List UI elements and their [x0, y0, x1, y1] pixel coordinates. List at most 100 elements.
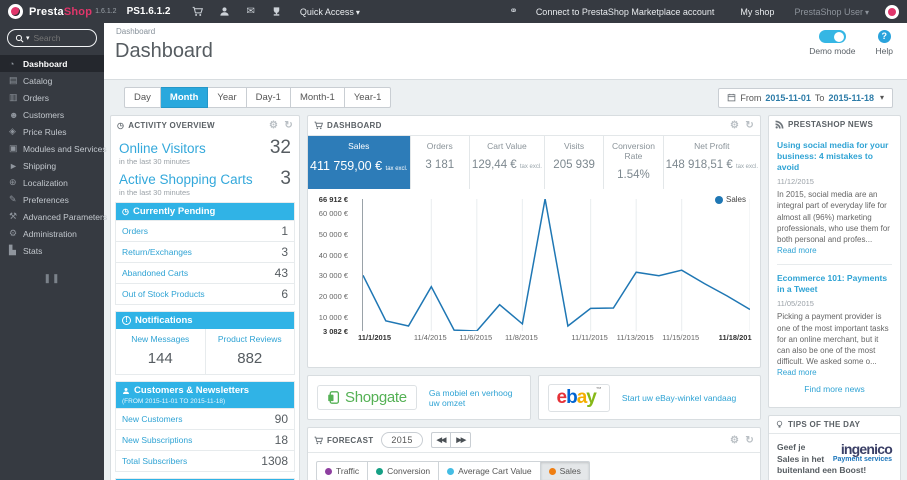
tips-panel-title: TIPS OF THE DAY — [788, 420, 861, 430]
quick-access-menu[interactable]: Quick Access ▾ — [300, 7, 360, 17]
gear-icon[interactable]: ⚙ — [730, 120, 739, 131]
kpi-net-profit[interactable]: Net Profit 148 918,51 € tax excl. — [664, 136, 760, 189]
forecast-year: 2015 — [381, 432, 423, 448]
sidebar-item-customers[interactable]: ☻ Customers — [0, 106, 104, 123]
mail-icon[interactable]: ✉ — [246, 6, 254, 17]
forecast-conversion-button[interactable]: Conversion — [368, 461, 440, 480]
my-shop-link[interactable]: My shop — [740, 7, 774, 17]
brand-name[interactable]: PrestaShop — [29, 6, 92, 18]
period-toolbar: Day Month Year Day-1 Month-1 Year-1 From… — [124, 87, 901, 108]
y-axis-tick: 3 082 € — [322, 327, 348, 336]
kpi-visits[interactable]: Visits 205 939 — [545, 136, 605, 189]
new-messages-cell[interactable]: New Messages 144 — [116, 329, 205, 374]
tab-month[interactable]: Month — [160, 87, 209, 108]
dashboard-panel-title: DASHBOARD — [327, 121, 382, 130]
dashboard-panel: DASHBOARD ⚙ ↻ Sales 411 759,00 € tax excl… — [307, 115, 761, 368]
product-reviews-cell[interactable]: Product Reviews 882 — [204, 329, 295, 374]
kpi-orders[interactable]: Orders 3 181 — [411, 136, 470, 189]
sidebar-item-dashboard[interactable]: ◔ Dashboard — [0, 55, 104, 72]
tab-day[interactable]: Day — [124, 87, 161, 108]
sidebar-item-orders[interactable]: ▥ Orders — [0, 89, 104, 106]
sidebar-item-preferences[interactable]: ✎ Preferences — [0, 191, 104, 208]
trophy-icon[interactable] — [271, 6, 282, 17]
calendar-icon — [727, 93, 736, 102]
help-control[interactable]: ? Help — [876, 30, 893, 56]
tab-year-1[interactable]: Year-1 — [344, 87, 392, 108]
ebay-logo: ebay™ — [547, 383, 610, 412]
demo-mode-control[interactable]: Demo mode — [809, 30, 856, 56]
forecast-avg-cart-value-button[interactable]: Average Cart Value — [439, 461, 541, 480]
sidebar-item-modules[interactable]: ▣ Modules and Services — [0, 140, 107, 157]
tab-day-1[interactable]: Day-1 — [246, 87, 291, 108]
tab-month-1[interactable]: Month-1 — [290, 87, 345, 108]
sales-chart: Sales 66 912 €60 000 €50 000 €40 000 €30… — [308, 189, 760, 367]
find-more-news-link[interactable]: Find more news — [777, 378, 892, 403]
breadcrumb[interactable]: Dashboard — [116, 27, 155, 36]
y-axis-tick: 10 000 € — [318, 312, 348, 322]
refresh-icon[interactable]: ↻ — [745, 120, 754, 131]
traffic-dot-icon — [325, 467, 332, 475]
forecast-traffic-button[interactable]: Traffic — [316, 461, 369, 480]
read-more-link[interactable]: Read more — [777, 246, 817, 255]
kpi-sales[interactable]: Sales 411 759,00 € tax excl. — [308, 136, 411, 189]
search-input-wrap[interactable]: ▾ — [7, 29, 97, 47]
sidebar-item-advanced-parameters[interactable]: ⚒ Advanced Parameters — [0, 208, 107, 225]
clock-icon: ◷ — [117, 121, 125, 130]
online-visitors-link[interactable]: Online Visitors — [119, 141, 270, 156]
date-range-picker[interactable]: From 2015-11-01 To 2015-11-18 ▾ — [718, 87, 893, 108]
active-carts-link[interactable]: Active Shopping Carts — [119, 172, 280, 187]
marketplace-link[interactable]: Connect to PrestaShop Marketplace accoun… — [536, 7, 715, 17]
chevron-down-icon: ▾ — [864, 7, 869, 17]
kpi-conversion-rate[interactable]: Conversion Rate 1.54% — [604, 136, 664, 189]
abandoned-carts-row[interactable]: Abandoned Carts 43 — [116, 262, 294, 283]
backward-button[interactable]: ◀◀ — [430, 432, 451, 448]
search-input[interactable] — [33, 33, 92, 43]
prestashop-logo-icon[interactable] — [8, 4, 23, 19]
total-subscribers-row[interactable]: Total Subscribers 1308 — [116, 450, 294, 471]
chevron-down-icon: ▾ — [355, 7, 360, 17]
sidebar-item-administration[interactable]: ⚙ Administration — [0, 225, 104, 242]
ebay-link[interactable]: Start uw eBay-winkel vandaag — [622, 393, 736, 403]
read-more-link[interactable]: Read more — [777, 368, 817, 377]
kpi-cart-value[interactable]: Cart Value 129,44 € tax excl. — [470, 136, 545, 189]
news-item-title[interactable]: Ecommerce 101: Payments in a Tweet — [777, 273, 892, 295]
news-item: Ecommerce 101: Payments in a Tweet 11/05… — [777, 273, 892, 378]
sidebar-item-price-rules[interactable]: ◈ Price Rules — [0, 123, 104, 140]
new-customers-row[interactable]: New Customers 90 — [116, 408, 294, 429]
sidebar-item-shipping[interactable]: ► Shipping — [0, 157, 104, 174]
sidebar-item-localization[interactable]: ⊕ Localization — [0, 174, 104, 191]
currently-pending-section: ◷ Currently Pending Orders 1 Return/Exchan… — [115, 202, 295, 305]
refresh-icon[interactable]: ↻ — [745, 435, 754, 446]
new-subscriptions-row[interactable]: New Subscriptions 18 — [116, 429, 294, 450]
out-of-stock-row[interactable]: Out of Stock Products 6 — [116, 283, 294, 304]
gear-icon[interactable]: ⚙ — [730, 435, 739, 446]
y-axis-tick: 40 000 € — [318, 250, 348, 260]
forecast-sales-button[interactable]: Sales — [540, 461, 590, 480]
sidebar-collapse-button[interactable]: ❚❚ — [0, 273, 104, 284]
search-icon — [15, 34, 24, 43]
sidebar-item-catalog[interactable]: ▤ Catalog — [0, 72, 104, 89]
tab-year[interactable]: Year — [208, 87, 247, 108]
forward-button[interactable]: ▶▶ — [450, 432, 472, 448]
user-menu[interactable]: PrestaShop User ▾ — [794, 7, 869, 17]
shopgate-link[interactable]: Ga mobiel en verhoog uw omzet — [429, 388, 521, 408]
y-axis-tick: 60 000 € — [318, 209, 348, 219]
brand-version: 1.6.1.2 — [95, 8, 117, 15]
chevron-down-icon: ▾ — [26, 35, 30, 42]
shop-name[interactable]: PS1.6.1.2 — [127, 6, 171, 17]
help-icon[interactable]: ? — [877, 30, 891, 43]
conversion-dot-icon — [376, 467, 384, 475]
pending-returns-row[interactable]: Return/Exchanges 3 — [116, 241, 294, 262]
demo-mode-toggle[interactable] — [818, 30, 846, 43]
avatar[interactable] — [885, 4, 899, 19]
pending-orders-row[interactable]: Orders 1 — [116, 220, 294, 241]
news-item-title[interactable]: Using social media for your business: 4 … — [777, 140, 892, 173]
user-icon[interactable] — [219, 6, 230, 17]
gear-icon[interactable]: ⚙ — [269, 120, 278, 131]
shopgate-ad: Shopgate Ga mobiel en verhoog uw omzet — [307, 375, 531, 420]
active-carts-metric: Active Shopping Carts 3 in the last 30 mi… — [111, 166, 299, 197]
x-axis-tick: 11/13/2015 — [616, 333, 654, 342]
cart-icon[interactable] — [192, 6, 204, 17]
refresh-icon[interactable]: ↻ — [284, 120, 293, 131]
sidebar-item-stats[interactable]: ▙ Stats — [0, 242, 104, 259]
